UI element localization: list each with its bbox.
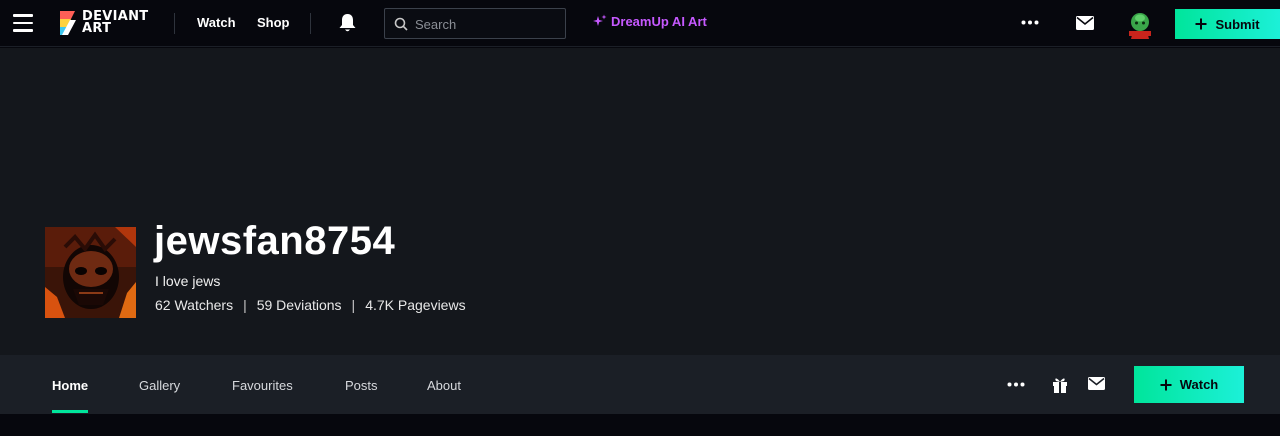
nav-watch-link[interactable]: Watch: [197, 15, 236, 30]
watch-button[interactable]: Watch: [1134, 366, 1244, 403]
tab-gallery[interactable]: Gallery: [139, 378, 180, 393]
watch-label: Watch: [1179, 377, 1219, 392]
logo-wordmark: DEVIANT ART: [82, 10, 148, 36]
watchers-count[interactable]: 62 Watchers: [155, 297, 233, 313]
deviantart-logo[interactable]: DEVIANT ART: [58, 10, 158, 38]
search-box[interactable]: [384, 8, 566, 39]
avatar[interactable]: [1125, 9, 1155, 39]
profile-stats: 62 Watchers | 59 Deviations | 4.7K Pagev…: [155, 297, 466, 313]
divider: [310, 13, 311, 34]
stat-separator: |: [351, 297, 356, 313]
profile-username: jewsfan8754: [154, 219, 396, 263]
deviantart-logo-mark: [60, 11, 76, 35]
active-tab-indicator: [52, 410, 88, 413]
nav-shop-link[interactable]: Shop: [257, 15, 290, 30]
divider: [174, 13, 175, 34]
tab-about[interactable]: About: [427, 378, 461, 393]
profile-tab-bar: Home Gallery Favourites Posts About Watc…: [0, 355, 1280, 414]
deviations-count[interactable]: 59 Deviations: [257, 297, 342, 313]
gift-icon[interactable]: [1052, 376, 1068, 393]
search-icon: [394, 17, 408, 31]
profile-tagline: I love jews: [155, 273, 221, 289]
dreamup-link[interactable]: DreamUp AI Art: [592, 14, 707, 29]
mail-icon[interactable]: [1076, 16, 1094, 30]
bell-icon[interactable]: [338, 13, 357, 33]
page-content-area: [0, 414, 1280, 436]
plus-icon: [1160, 379, 1172, 390]
mail-icon[interactable]: [1088, 377, 1105, 390]
tab-home[interactable]: Home: [52, 378, 88, 393]
submit-button[interactable]: Submit: [1175, 9, 1280, 39]
dreamup-label: DreamUp AI Art: [611, 14, 707, 29]
search-input[interactable]: [415, 15, 560, 33]
pageviews-count: 4.7K Pageviews: [365, 297, 466, 313]
tab-favourites[interactable]: Favourites: [232, 378, 293, 393]
profile-avatar-image: [45, 227, 136, 318]
sparkle-icon: [593, 14, 607, 26]
more-icon[interactable]: [1007, 382, 1025, 387]
submit-label: Submit: [1215, 16, 1260, 32]
logo-line-2: ART: [82, 21, 112, 36]
tab-posts[interactable]: Posts: [345, 378, 378, 393]
plus-icon: [1195, 18, 1207, 30]
stat-separator: |: [243, 297, 247, 313]
top-navigation-bar: DEVIANT ART Watch Shop DreamUp AI Art: [0, 0, 1280, 47]
profile-avatar[interactable]: [45, 227, 136, 318]
more-icon[interactable]: [1021, 20, 1039, 25]
menu-icon[interactable]: [13, 14, 33, 32]
